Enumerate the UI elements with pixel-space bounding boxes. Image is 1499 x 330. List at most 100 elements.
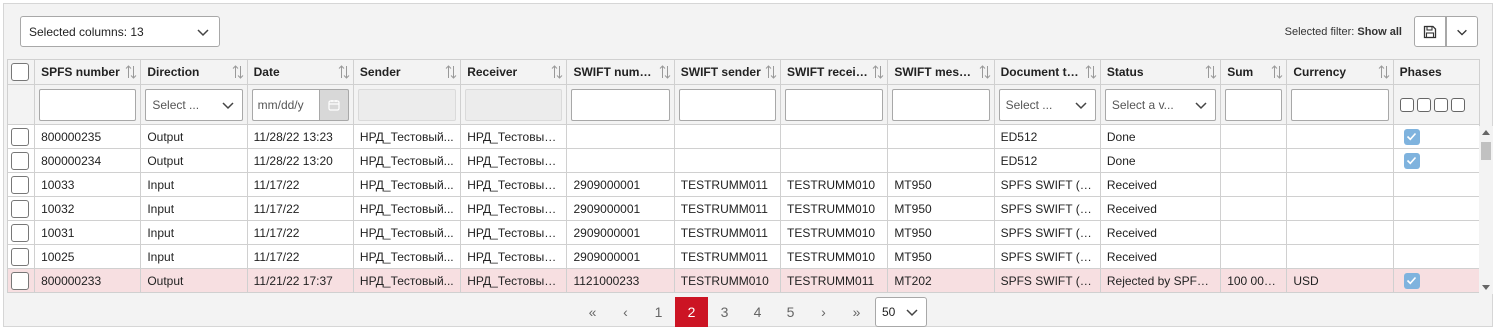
cell-date: 11/17/22 [246, 220, 354, 245]
cell-phases [1392, 244, 1481, 269]
sort-icon[interactable] [1271, 65, 1283, 79]
column-header-document-type[interactable]: Document type [993, 59, 1101, 85]
currency-filter-input[interactable] [1291, 88, 1389, 121]
swift-number-filter-input[interactable] [571, 88, 670, 121]
row-checkbox[interactable] [11, 271, 29, 290]
column-header-swift-message[interactable]: SWIFT messag... [887, 59, 995, 85]
cell-sum [1220, 124, 1288, 149]
sort-icon[interactable] [445, 65, 457, 79]
status-filter-select[interactable]: Select a v... [1104, 88, 1217, 121]
date-filter-input[interactable]: mm/dd/y [251, 88, 319, 121]
next-page-button[interactable]: › [807, 297, 840, 327]
sort-icon[interactable] [1378, 65, 1390, 79]
phase-checkbox[interactable] [1403, 152, 1420, 169]
sort-icon[interactable] [232, 65, 244, 79]
phase-filter-checkbox[interactable] [1416, 97, 1431, 112]
phase-checkbox[interactable] [1403, 272, 1420, 289]
previous-page-button[interactable]: ‹ [609, 297, 642, 327]
cell-receiver: НРД_Тестовый... [460, 244, 568, 269]
swift-message-filter-input[interactable] [892, 88, 990, 121]
cell-swift-receiver: TESTRUMM010 [780, 244, 889, 269]
filter-cell-date: mm/dd/y [246, 84, 354, 125]
vertical-scrollbar[interactable] [1479, 126, 1493, 294]
column-header-spfs-number[interactable]: SPFS number [34, 59, 142, 85]
cell-currency [1286, 124, 1394, 149]
column-header-sum[interactable]: Sum [1220, 59, 1288, 85]
column-header-receiver[interactable]: Receiver [460, 59, 568, 85]
scroll-up-icon[interactable] [1482, 130, 1490, 135]
column-header-swift-receiver[interactable]: SWIFT receiver [780, 59, 889, 85]
sort-icon[interactable] [872, 65, 884, 79]
page-button[interactable]: 5 [774, 297, 807, 327]
sort-icon[interactable] [125, 65, 137, 79]
first-page-button[interactable]: « [576, 297, 609, 327]
sort-icon[interactable] [765, 65, 777, 79]
date-filter[interactable]: mm/dd/y [251, 88, 349, 121]
cell-date: 11/17/22 [246, 172, 354, 197]
phase-filter-checkbox[interactable] [1399, 97, 1414, 112]
phase-filter-checkbox[interactable] [1450, 97, 1465, 112]
filter-cell-currency [1286, 84, 1394, 125]
row-checkbox[interactable] [11, 247, 29, 266]
row-checkbox[interactable] [11, 223, 29, 242]
table-row[interactable]: 10025 Input 11/17/22 НРД_Тестовый... НРД_Тес… [6, 244, 1481, 269]
cell-receiver: НРД_Тестовый... [460, 196, 568, 221]
row-checkbox[interactable] [11, 127, 29, 146]
sort-icon[interactable] [659, 65, 671, 79]
column-header-currency[interactable]: Currency [1286, 59, 1394, 85]
table-row[interactable]: 10033 Input 11/17/22 НРД_Тестовый... НРД_Тес… [6, 172, 1481, 197]
cell-status: Received [1099, 172, 1222, 197]
direction-filter-select[interactable]: Select ... [145, 88, 243, 121]
page-button[interactable]: 3 [708, 297, 741, 327]
swift-receiver-filter-input[interactable] [785, 88, 884, 121]
column-header-swift-number[interactable]: SWIFT number [566, 59, 675, 85]
cell-document-type: ED512 [993, 124, 1101, 149]
cell-date: 11/17/22 [246, 244, 354, 269]
sum-filter-input[interactable] [1225, 88, 1283, 121]
phase-filter-checkbox[interactable] [1433, 97, 1448, 112]
sort-icon[interactable] [551, 65, 563, 79]
last-page-button[interactable]: » [840, 297, 873, 327]
sort-icon[interactable] [1085, 65, 1097, 79]
cell-spfs-number: 800000235 [34, 124, 142, 149]
column-header-sender[interactable]: Sender [352, 59, 462, 85]
calendar-button[interactable] [318, 88, 349, 121]
table-row[interactable]: 800000233 Output 11/21/22 17:37 НРД_Тестовы… [6, 268, 1481, 293]
table-row[interactable]: 10032 Input 11/17/22 НРД_Тестовый... НРД_Тес… [6, 196, 1481, 221]
table-row[interactable]: 10031 Input 11/17/22 НРД_Тестовый... НРД_Тес… [6, 220, 1481, 245]
more-options-button[interactable] [1446, 16, 1478, 47]
column-header-date[interactable]: Date [246, 59, 354, 85]
cell-swift-sender: TESTRUMM011 [673, 244, 782, 269]
sort-icon[interactable] [979, 65, 991, 79]
column-header-status[interactable]: Status [1099, 59, 1222, 85]
phase-checkbox[interactable] [1403, 128, 1420, 145]
page-button[interactable]: 2 [675, 297, 708, 327]
select-all-checkbox[interactable] [11, 63, 29, 81]
row-checkbox[interactable] [11, 199, 29, 218]
scroll-down-icon[interactable] [1482, 285, 1490, 290]
scroll-thumb[interactable] [1481, 142, 1491, 160]
sort-icon[interactable] [1205, 65, 1217, 79]
filter-cell-sender [352, 84, 462, 125]
chevron-down-icon [1075, 101, 1087, 109]
document-type-filter-select[interactable]: Select ... [998, 88, 1096, 121]
cell-date: 11/21/22 17:37 [246, 268, 354, 293]
row-checkbox[interactable] [11, 151, 29, 170]
row-select-cell [6, 148, 36, 173]
page-size-select[interactable]: 50 [875, 297, 927, 327]
cell-currency [1286, 220, 1394, 245]
cell-date: 11/28/22 13:23 [246, 124, 354, 149]
column-header-direction[interactable]: Direction [140, 59, 248, 85]
sort-icon[interactable] [338, 65, 350, 79]
columns-selector[interactable]: Selected columns: 13 [20, 16, 220, 47]
swift-sender-filter-input[interactable] [678, 88, 777, 121]
page-button[interactable]: 1 [642, 297, 675, 327]
table-row[interactable]: 800000234 Output 11/28/22 13:20 НРД_Тестовы… [6, 148, 1481, 173]
chevron-down-icon [906, 309, 918, 317]
table-row[interactable]: 800000235 Output 11/28/22 13:23 НРД_Тестовы… [6, 124, 1481, 149]
save-button[interactable] [1414, 16, 1446, 47]
row-checkbox[interactable] [11, 175, 29, 194]
column-header-swift-sender[interactable]: SWIFT sender [673, 59, 782, 85]
spfs-number-filter-input[interactable] [39, 88, 137, 121]
page-button[interactable]: 4 [741, 297, 774, 327]
